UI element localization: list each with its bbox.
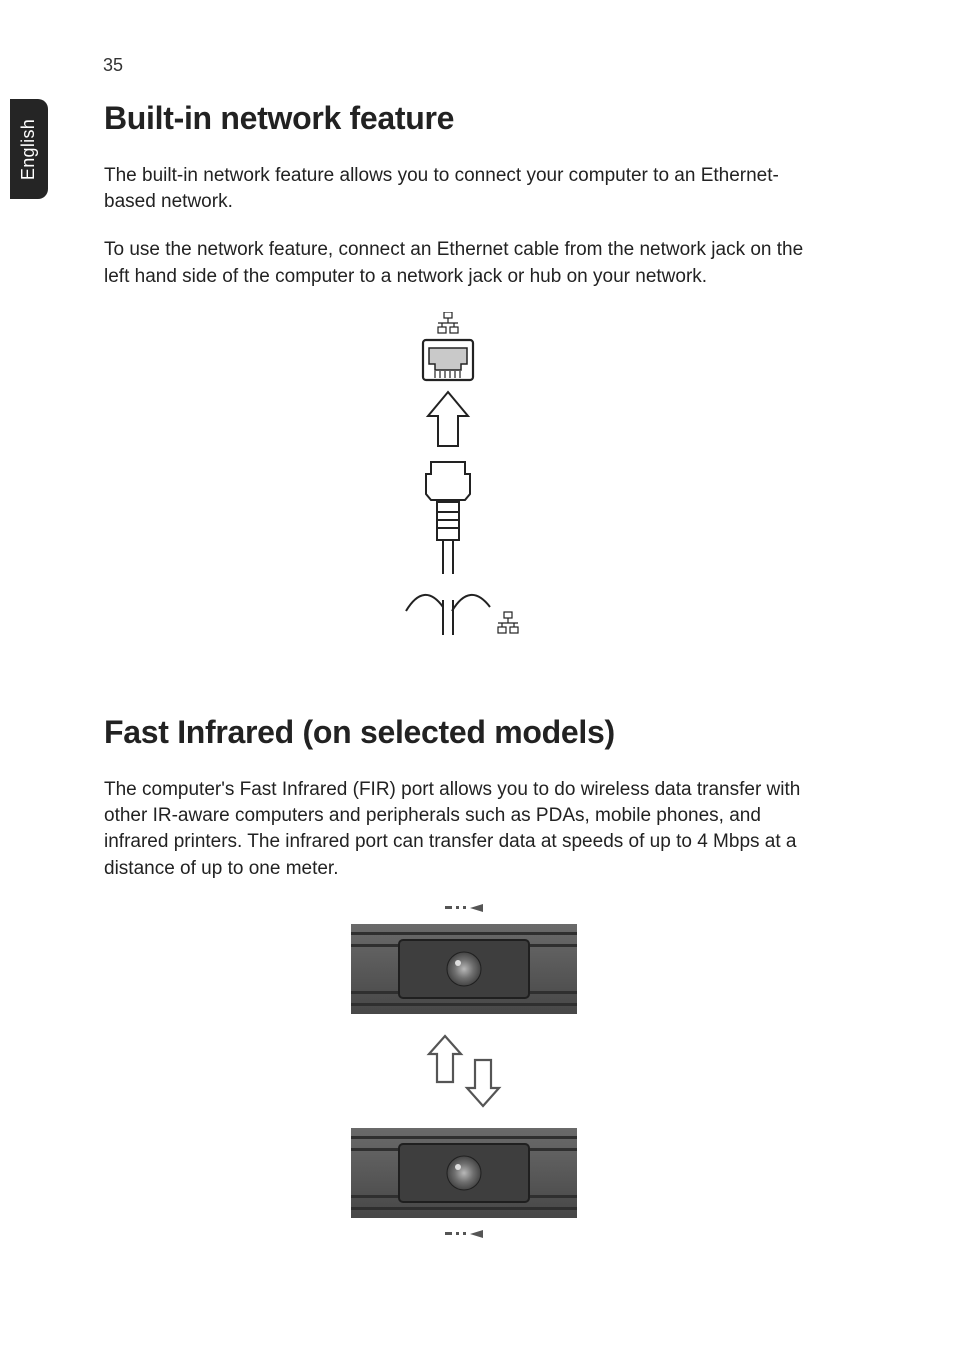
language-tab: English xyxy=(10,99,48,199)
para-network-1: The built-in network feature allows you … xyxy=(104,163,824,215)
heading-network: Built-in network feature xyxy=(104,100,824,137)
bidirectional-arrows-icon xyxy=(419,1026,509,1116)
heading-infrared: Fast Infrared (on selected models) xyxy=(104,714,824,751)
ir-device-bottom-icon xyxy=(351,1128,577,1218)
figure-infrared xyxy=(104,904,824,1238)
ethernet-diagram-icon xyxy=(394,312,534,672)
ir-symbol-top-icon xyxy=(445,904,483,912)
para-infrared-1: The computer's Fast Infrared (FIR) port … xyxy=(104,777,824,882)
figure-ethernet xyxy=(104,312,824,672)
ir-device-top-icon xyxy=(351,924,577,1014)
para-network-2: To use the network feature, connect an E… xyxy=(104,237,824,289)
page: 35 English Built-in network feature The … xyxy=(0,0,954,1369)
language-tab-label: English xyxy=(19,118,40,179)
page-number: 35 xyxy=(103,55,123,76)
ir-symbol-bottom-icon xyxy=(445,1230,483,1238)
figure-infrared-inner xyxy=(349,904,579,1238)
content-area: Built-in network feature The built-in ne… xyxy=(104,100,824,1238)
